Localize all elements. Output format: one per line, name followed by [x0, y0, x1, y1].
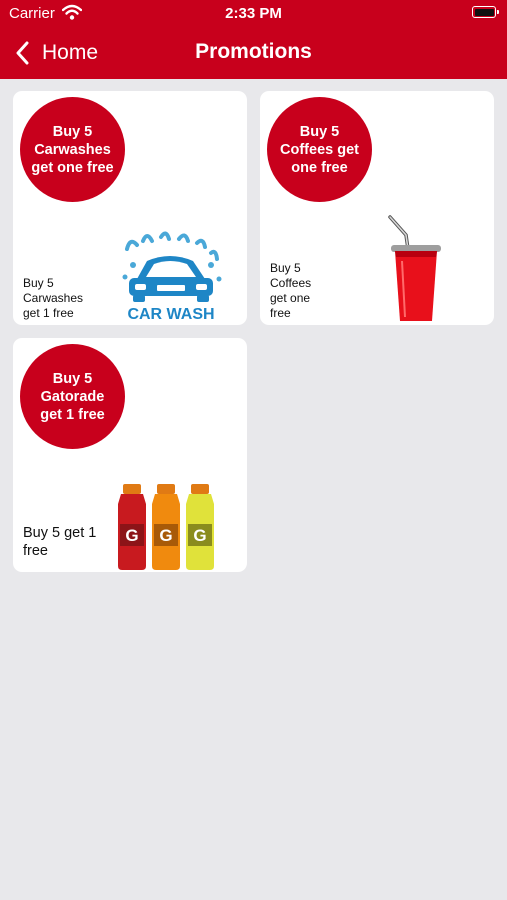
car-wash-image: CAR WASH [122, 231, 222, 323]
promotion-caption: Buy 5 Carwashes get 1 free [23, 276, 84, 320]
coffee-cup-image [388, 215, 441, 321]
top-bar: Carrier 2:33 PM Home Promotions [0, 0, 507, 79]
svg-text:G: G [193, 526, 206, 545]
promotion-badge: Buy 5 Carwashes get one free [20, 97, 125, 202]
promotion-caption: Buy 5 get 1 free [23, 525, 97, 559]
promotion-badge: Buy 5 Coffees get one free [267, 97, 372, 202]
svg-text:G: G [159, 526, 172, 545]
promotion-badge: Buy 5 Gatorade get 1 free [20, 344, 125, 449]
navigation-bar: Home Promotions [0, 28, 507, 79]
promotion-caption: Buy 5 Coffees get one free [270, 261, 312, 320]
car-wash-image-text: CAR WASH [127, 306, 214, 323]
promotion-card-carwash[interactable]: Buy 5 Carwashes get one free CAR WASH Bu… [13, 91, 247, 325]
status-bar: Carrier 2:33 PM [0, 0, 507, 28]
promotion-card-coffee[interactable]: Buy 5 Coffees get one free Buy 5 Coffees… [260, 91, 494, 325]
battery-icon [472, 6, 499, 18]
status-time: 2:33 PM [225, 5, 282, 22]
promotion-card-gatorade[interactable]: Buy 5 Gatorade get 1 free G G G Buy 5 ge… [13, 338, 247, 572]
page-title: Promotions [195, 40, 312, 63]
gatorade-bottles-image: G G G [118, 484, 214, 570]
svg-text:G: G [125, 526, 138, 545]
